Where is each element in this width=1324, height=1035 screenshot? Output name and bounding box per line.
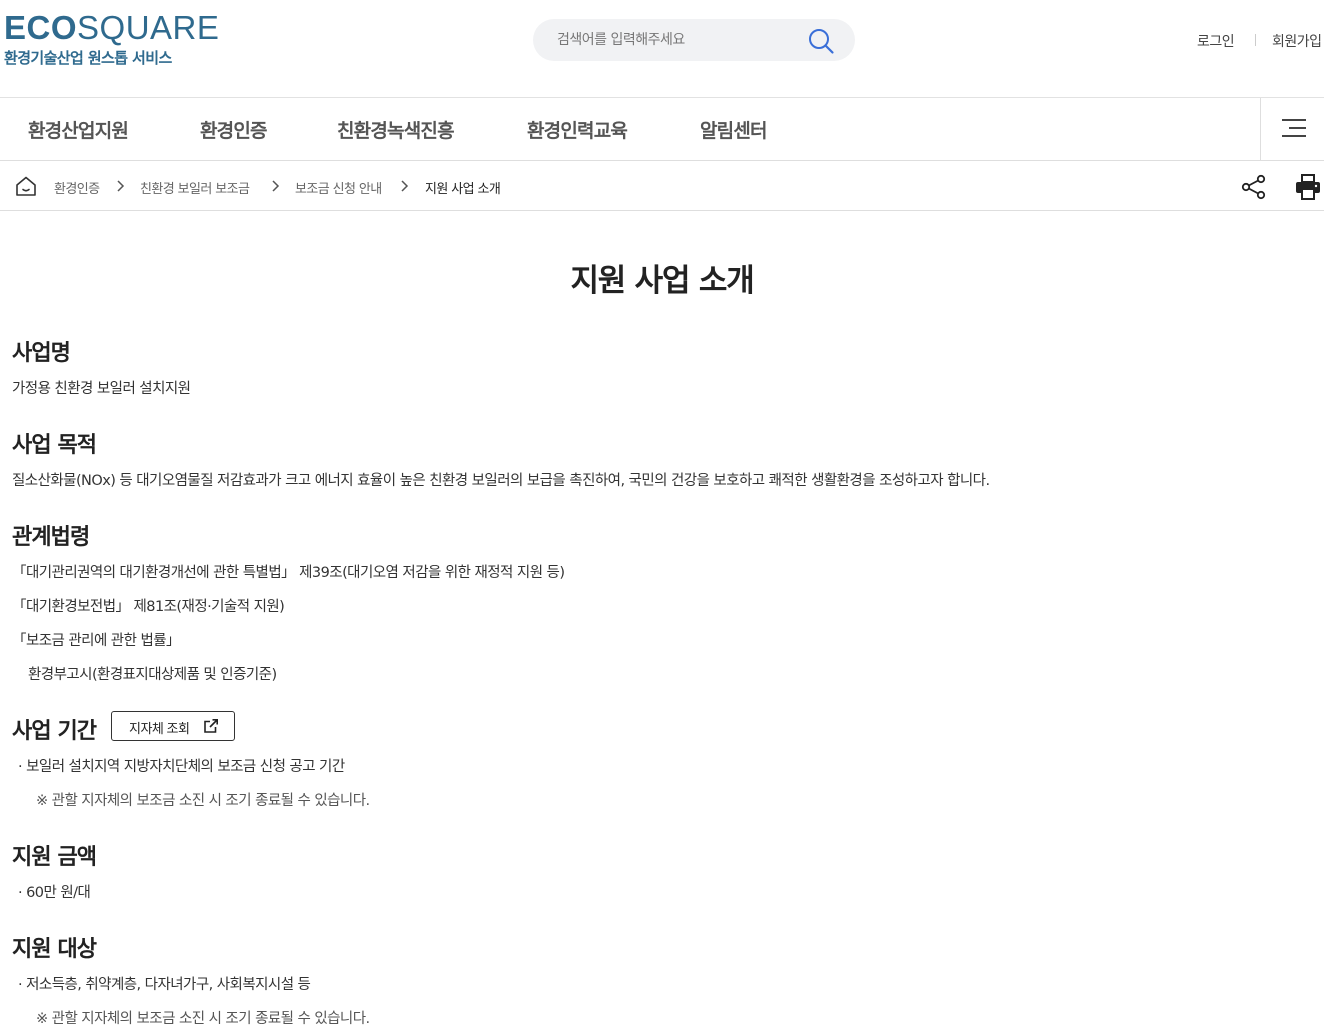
breadcrumb-item[interactable]: 환경인증 (54, 178, 100, 197)
search-input[interactable] (533, 19, 803, 61)
menu-icon[interactable] (1260, 98, 1324, 160)
page-title: 지원 사업 소개 (570, 263, 754, 299)
home-icon[interactable] (14, 174, 38, 198)
util-divider (1255, 34, 1256, 46)
amount-text: · 60만 원/대 (18, 885, 91, 901)
period-text: · 보일러 설치지역 지방자치단체의 보조금 신청 공고 기간 (18, 759, 345, 775)
chevron-right-icon (401, 180, 409, 192)
nav-item-industry-support[interactable]: 환경산업지원 (28, 116, 129, 143)
logo-subtitle: 환경기술산업 원스톱 서비스 (4, 49, 172, 67)
site-logo[interactable]: ECOSQUARE 환경기술산업 원스톱 서비스 (4, 10, 219, 68)
share-icon[interactable] (1241, 174, 1267, 200)
logo-wordmark: ECOSQUARE (4, 9, 220, 46)
section-title-amount: 지원 금액 (12, 845, 97, 870)
search-box (533, 19, 855, 61)
nav-item-green-promotion[interactable]: 친환경녹색진흥 (337, 116, 455, 143)
purpose-text: 질소산화물(NOx) 등 대기오염물질 저감효과가 크고 에너지 효율이 높은 … (12, 473, 990, 489)
print-icon[interactable] (1294, 173, 1322, 201)
target-note: ※ 관할 지자체의 보조금 소진 시 조기 종료될 수 있습니다. (36, 1011, 370, 1027)
site-header: ECOSQUARE 환경기술산업 원스톱 서비스 로그인 회원가입 (0, 0, 1324, 98)
section-title-laws: 관계법령 (12, 525, 90, 550)
section-title-period: 사업 기간 (12, 719, 97, 744)
chevron-right-icon (117, 180, 125, 192)
search-icon[interactable] (807, 27, 835, 55)
chevron-right-icon (272, 180, 280, 192)
section-title-purpose: 사업 목적 (12, 433, 97, 458)
target-text: · 저소득층, 취약계층, 다자녀가구, 사회복지시설 등 (18, 977, 311, 993)
external-link-icon (204, 719, 218, 733)
login-link[interactable]: 로그인 (1197, 31, 1235, 51)
breadcrumb-item[interactable]: 친환경 보일러 보조금 (140, 178, 250, 197)
breadcrumb-item[interactable]: 보조금 신청 안내 (295, 178, 382, 197)
period-note: ※ 관할 지자체의 보조금 소진 시 조기 종료될 수 있습니다. (36, 793, 370, 809)
main-navigation: 환경산업지원 환경인증 친환경녹색진흥 환경인력교육 알림센터 (0, 98, 1324, 161)
local-government-lookup-button[interactable]: 지자체 조회 (111, 711, 235, 741)
section-title-project-name: 사업명 (12, 341, 71, 366)
nav-item-certification[interactable]: 환경인증 (200, 116, 268, 143)
law-item: 「보조금 관리에 관한 법률」 (12, 633, 181, 649)
breadcrumb: 환경인증 친환경 보일러 보조금 보조금 신청 안내 지원 사업 소개 (0, 161, 1324, 211)
join-link[interactable]: 회원가입 (1272, 31, 1322, 51)
law-item: 환경부고시(환경표지대상제품 및 인증기준) (28, 667, 277, 683)
lookup-button-label: 지자체 조회 (129, 721, 190, 736)
nav-item-education[interactable]: 환경인력교육 (527, 116, 628, 143)
nav-item-notice-center[interactable]: 알림센터 (700, 116, 768, 143)
section-title-target: 지원 대상 (12, 937, 97, 962)
breadcrumb-current: 지원 사업 소개 (425, 182, 501, 197)
law-item: 「대기환경보전법」 제81조(재정·기술적 지원) (12, 599, 285, 615)
law-item: 「대기관리권역의 대기환경개선에 관한 특별법」 제39조(대기오염 저감을 위… (12, 565, 565, 581)
project-name-text: 가정용 친환경 보일러 설치지원 (12, 381, 191, 397)
